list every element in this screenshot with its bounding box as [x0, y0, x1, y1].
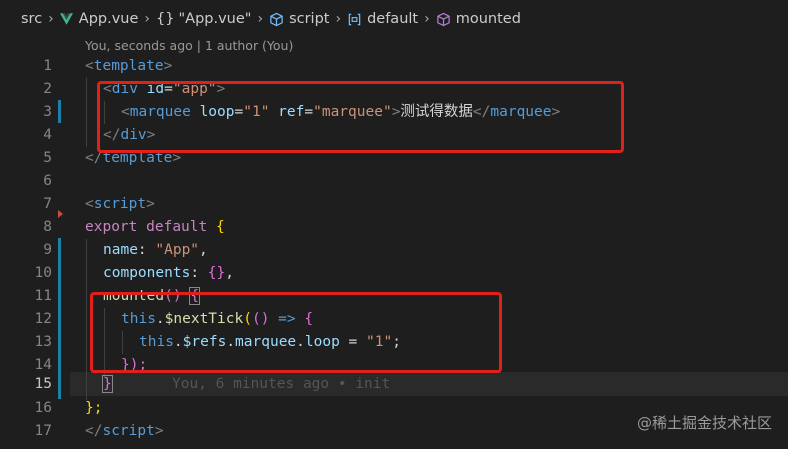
line-number[interactable]: 5 — [0, 147, 52, 170]
code-line-15[interactable]: } — [102, 373, 113, 396]
line-number[interactable]: 11 — [0, 285, 52, 308]
modified-line-bar[interactable] — [58, 238, 61, 399]
token: < — [85, 58, 94, 74]
deleted-line-marker[interactable] — [58, 210, 63, 218]
breadcrumb-item-default[interactable]: default — [347, 11, 418, 27]
token: > — [154, 423, 164, 439]
line-number[interactable]: 17 — [0, 420, 52, 443]
watermark: @稀土掘金技术社区 — [636, 414, 772, 432]
token: } — [102, 375, 113, 393]
highlight-box — [97, 81, 624, 153]
token: export — [85, 219, 138, 235]
indent-guide — [86, 78, 87, 147]
token: { — [215, 219, 225, 235]
breadcrumb-item-src[interactable]: src — [21, 11, 42, 27]
modified-line-bar[interactable] — [58, 100, 61, 123]
code-line-1[interactable]: <template> — [85, 55, 172, 78]
chevron-right-icon: › — [335, 11, 342, 27]
line-number[interactable]: 16 — [0, 397, 52, 420]
code-line-10[interactable]: components: {}, — [103, 262, 234, 285]
line-number[interactable]: 12 — [0, 308, 52, 331]
token: "App" — [155, 242, 200, 258]
breadcrumb-label: "App.vue" — [178, 11, 252, 27]
breadcrumb-label: src — [21, 11, 43, 27]
highlight-box — [90, 292, 502, 373]
breadcrumb-item-component[interactable]: {} "App.vue" — [156, 11, 251, 27]
line-number[interactable]: 9 — [0, 239, 52, 262]
token: template — [93, 58, 164, 74]
vue-icon — [59, 13, 73, 25]
inline-git-blame: You, 6 minutes ago • init — [172, 376, 391, 392]
token: </ — [85, 423, 103, 439]
line-number[interactable]: 7 — [0, 193, 52, 216]
indent-guide — [86, 239, 87, 400]
breadcrumb: src › App.vue › {} "App.vue" › script › … — [0, 0, 788, 38]
line-number[interactable]: 3 — [0, 101, 52, 124]
token: , — [199, 242, 208, 258]
module-icon — [348, 13, 361, 25]
line-number[interactable]: 6 — [0, 170, 52, 193]
breadcrumb-label: default — [367, 11, 419, 27]
token: {} — [207, 265, 226, 281]
token: script — [102, 423, 155, 439]
token: script — [93, 196, 147, 212]
code-line-16[interactable]: }; — [85, 397, 102, 420]
chevron-right-icon: › — [144, 11, 151, 27]
line-number[interactable]: 2 — [0, 78, 52, 101]
line-number[interactable]: 13 — [0, 331, 52, 354]
cube-outline-icon — [270, 12, 283, 26]
chevron-right-icon: › — [257, 11, 264, 27]
breadcrumb-item-mounted[interactable]: mounted — [436, 11, 521, 27]
breadcrumb-label: script — [289, 11, 330, 27]
token: }; — [85, 400, 103, 416]
line-number[interactable]: 1 — [0, 55, 52, 78]
token: components — [103, 265, 191, 281]
breadcrumb-label: mounted — [455, 11, 521, 27]
braces-icon: {} — [156, 11, 175, 27]
line-number-active[interactable]: 15 — [0, 373, 52, 396]
token: name — [103, 242, 138, 258]
code-line-7[interactable]: <script> — [85, 193, 155, 216]
code-line-9[interactable]: name: "App", — [103, 239, 208, 262]
code-line-8[interactable]: export default { — [85, 216, 225, 239]
code-line-17[interactable]: </script> — [85, 420, 164, 443]
token: default — [146, 219, 208, 235]
codelens-author-info[interactable]: You, seconds ago | 1 author (You) — [85, 36, 293, 56]
token: : — [190, 265, 208, 281]
chevron-right-icon: › — [424, 11, 430, 27]
breadcrumb-label: App.vue — [78, 11, 139, 27]
line-number[interactable]: 4 — [0, 124, 52, 147]
token: > — [163, 58, 173, 74]
token: , — [225, 265, 234, 281]
line-number[interactable]: 10 — [0, 262, 52, 285]
chevron-right-icon: › — [48, 11, 54, 27]
breadcrumb-item-script[interactable]: script — [269, 11, 329, 27]
token: : — [137, 242, 156, 258]
line-number[interactable]: 8 — [0, 216, 52, 239]
breadcrumb-item-file[interactable]: App.vue — [59, 11, 139, 27]
token: > — [146, 196, 155, 212]
token: < — [85, 196, 94, 212]
method-icon — [436, 12, 450, 26]
